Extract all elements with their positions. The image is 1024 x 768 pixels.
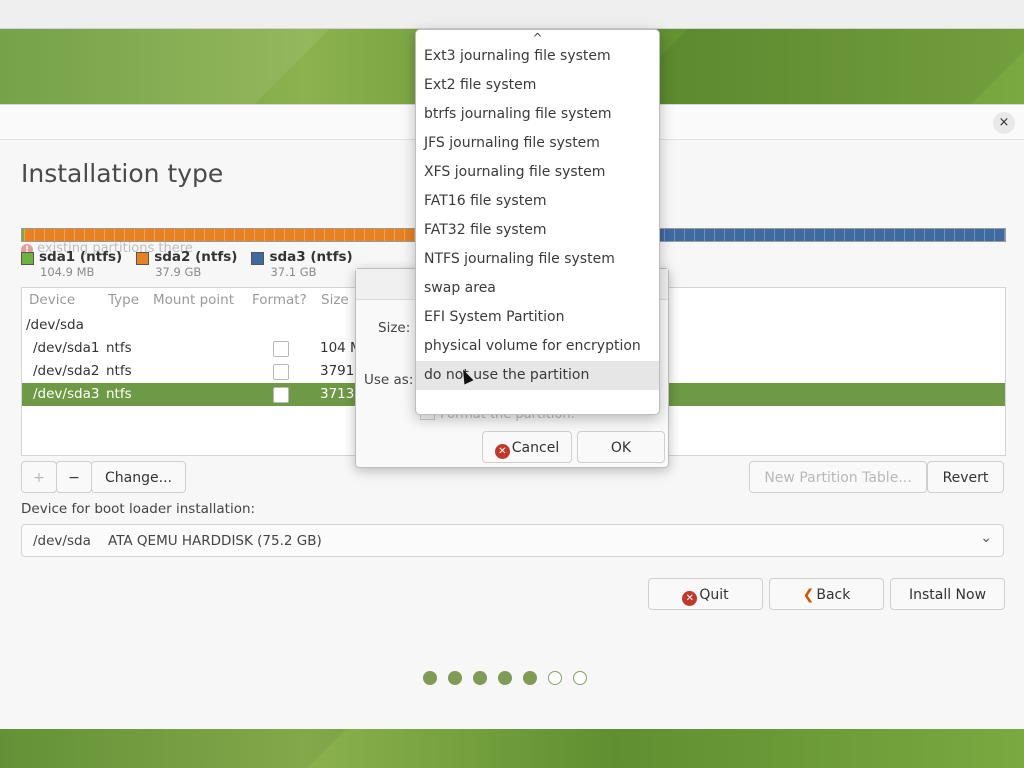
legend-name: sda2 (ntfs) [154,249,238,265]
legend-item-sda2: sda2 (ntfs) 37.9 GB [136,249,237,279]
quit-label: Quit [699,587,729,603]
legend-swatch [136,252,150,265]
boot-loader-value: /dev/sda ATA QEMU HARDDISK (75.2 GB) [33,533,322,549]
remove-partition-button[interactable]: − [56,461,92,493]
menu-item-ext3[interactable]: Ext3 journaling file system [416,42,659,71]
system-top-bar [0,0,1024,29]
cancel-icon: ✕ [494,444,510,459]
cancel-button[interactable]: ✕ Cancel [482,431,572,463]
column-header-format[interactable]: Format? [252,292,307,308]
row-type: ntfs [106,363,132,379]
column-header-size[interactable]: Size [321,292,349,308]
format-checkbox[interactable] [273,387,289,403]
column-header-mount-point[interactable]: Mount point [153,292,234,308]
chevron-down-icon: ⌄ [980,530,992,546]
column-header-type[interactable]: Type [108,292,139,308]
revert-button[interactable]: Revert [927,461,1004,493]
progress-dot [448,671,462,685]
progress-dots [423,671,587,685]
close-icon[interactable]: × [993,112,1015,134]
dropdown-list: Ext3 journaling file system Ext2 file sy… [416,42,659,396]
legend-name: sda3 (ntfs) [269,249,353,265]
menu-item-xfs[interactable]: XFS journaling file system [416,158,659,187]
menu-item-ntfs[interactable]: NTFS journaling file system [416,245,659,274]
menu-item-fat16[interactable]: FAT16 file system [416,187,659,216]
menu-item-efi[interactable]: EFI System Partition [416,303,659,332]
new-partition-table-button[interactable]: New Partition Table... [749,461,927,493]
menu-item-ext2[interactable]: Ext2 file system [416,71,659,100]
page-title: Installation type [21,159,224,188]
legend-name: sda1 (ntfs) [39,249,123,265]
quit-button[interactable]: ✕ Quit [648,578,763,610]
menu-item-swap[interactable]: swap area [416,274,659,303]
legend-swatch [251,252,265,265]
ok-button[interactable]: OK [577,431,665,463]
legend-size: 104.9 MB [40,265,95,279]
legend-item-sda1: sda1 (ntfs) 104.9 MB [21,249,122,279]
column-header-device[interactable]: Device [29,292,75,308]
progress-dot [548,671,562,685]
partition-legend: sda1 (ntfs) 104.9 MB sda2 (ntfs) 37.9 GB… [21,249,353,279]
scroll-up-icon[interactable]: ^ [416,30,659,45]
back-label: Back [816,587,851,603]
progress-dot [573,671,587,685]
legend-item-sda3: sda3 (ntfs) 37.1 GB [251,249,353,279]
cancel-label: Cancel [511,440,560,456]
change-partition-button[interactable]: Change... [91,461,186,493]
row-device: /dev/sda2 [33,363,100,379]
format-checkbox[interactable] [273,364,289,380]
row-type: ntfs [106,386,132,402]
menu-item-fat32[interactable]: FAT32 file system [416,216,659,245]
back-button[interactable]: ❮ Back [769,578,884,610]
legend-swatch [21,252,34,265]
menu-item-encryption[interactable]: physical volume for encryption [416,332,659,361]
progress-dot [423,671,437,685]
size-label: Size: [378,320,411,336]
row-device: /dev/sda3 [33,386,100,402]
format-checkbox[interactable] [273,341,289,357]
row-device: /dev/sda1 [33,340,100,356]
quit-icon: ✕ [682,591,698,606]
back-arrow-icon: ❮ [802,587,815,603]
menu-item-jfs[interactable]: JFS journaling file system [416,129,659,158]
progress-dot [498,671,512,685]
legend-size: 37.9 GB [155,265,202,279]
menu-item-do-not-use[interactable]: do not use the partition [416,361,659,390]
boot-loader-label: Device for boot loader installation: [21,501,256,517]
add-partition-button[interactable]: + [21,461,57,493]
install-now-button[interactable]: Install Now [890,578,1005,610]
boot-loader-select[interactable]: /dev/sda ATA QEMU HARDDISK (75.2 GB) ⌄ [21,524,1004,557]
disk-device: /dev/sda [26,317,84,333]
progress-dot [473,671,487,685]
use-as-label: Use as: [364,372,414,388]
progress-dot [523,671,537,685]
use-as-dropdown-menu[interactable]: Ext3 journaling file system Ext2 file sy… [415,29,660,415]
legend-size: 37.1 GB [270,265,317,279]
menu-item-btrfs[interactable]: btrfs journaling file system [416,100,659,129]
row-type: ntfs [106,340,132,356]
